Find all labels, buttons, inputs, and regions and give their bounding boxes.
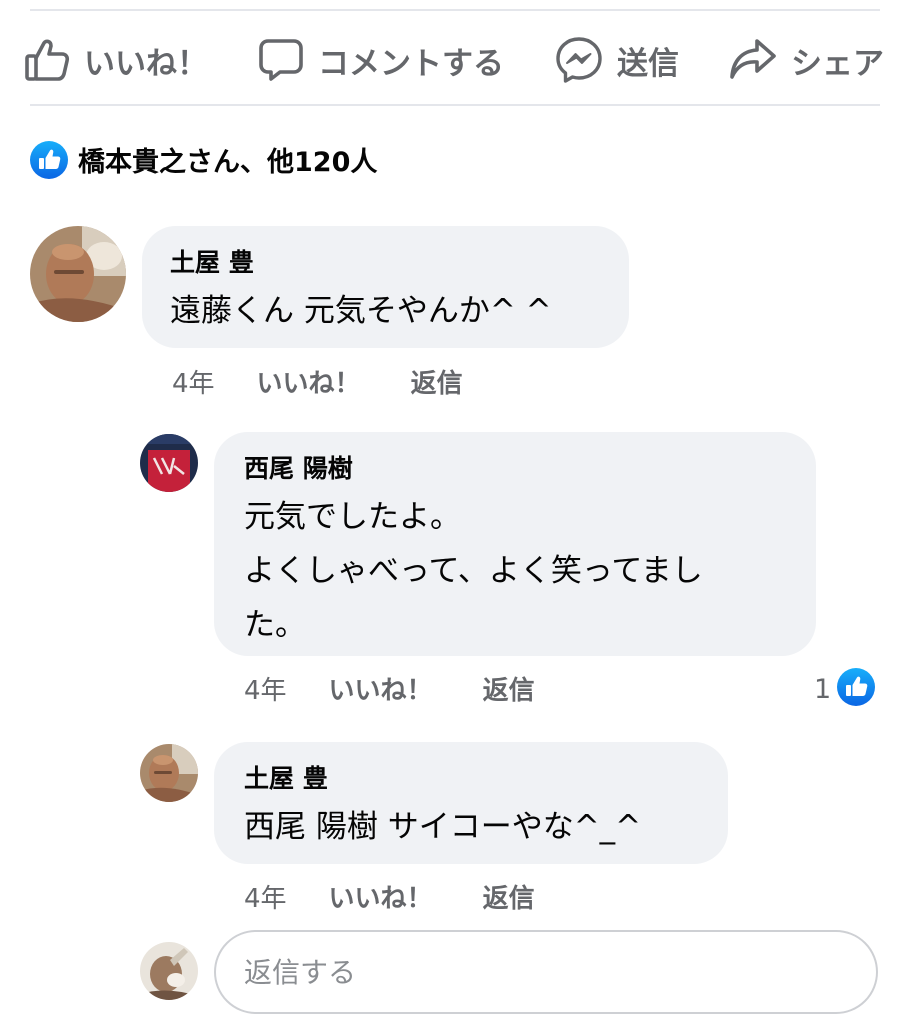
comment-like-count[interactable]: 1 (814, 668, 876, 710)
comment-text: 遠藤くん 元気そやんか^ ^ (170, 284, 601, 338)
share-label: シェア (791, 45, 884, 82)
comment-time[interactable]: 4年 (244, 878, 287, 915)
avatar[interactable] (140, 434, 198, 492)
reactions-summary[interactable]: 橋本貴之さん、他120人 (30, 140, 377, 179)
comment-line: 元気でしたよ。 (244, 499, 461, 535)
comment-line: 遠藤くん 元気そやんか^ ^ (170, 293, 552, 329)
comment-text: 西尾 陽樹 サイコーやな^_^ (244, 800, 698, 854)
comment-reply-link[interactable]: 返信 (483, 670, 535, 707)
comment-author[interactable]: 土屋 豊 (170, 246, 601, 280)
reply-input[interactable] (214, 930, 878, 1014)
reactions-text: 橋本貴之さん、他120人 (78, 147, 378, 178)
comment-line: よくしゃべって、よく笑ってまし (244, 553, 703, 589)
comment-like-link[interactable]: いいね！ (257, 363, 361, 400)
comment-time[interactable]: 4年 (172, 363, 215, 400)
comment-text: 元気でしたよ。 よくしゃべって、よく笑ってまし た。 (244, 490, 786, 652)
share-button[interactable]: シェア (729, 22, 884, 98)
comment-reply-link[interactable]: 返信 (483, 878, 535, 915)
like-button[interactable]: いいね！ (24, 22, 208, 98)
comment-like-link[interactable]: いいね！ (329, 878, 433, 915)
comment-bubble: 土屋 豊 遠藤くん 元気そやんか^ ^ (142, 226, 629, 348)
comment-time[interactable]: 4年 (244, 670, 287, 707)
comment-meta: 4年 いいね！ 返信 (172, 361, 463, 401)
like-label: いいね！ (84, 45, 208, 82)
comment-bubble: 土屋 豊 西尾 陽樹 サイコーやな^_^ (214, 742, 728, 864)
comment-author[interactable]: 西尾 陽樹 (244, 452, 786, 486)
avatar[interactable] (30, 226, 126, 322)
comment-reply-link[interactable]: 返信 (411, 363, 463, 400)
comment-meta: 4年 いいね！ 返信 (244, 876, 535, 916)
comment-label: コメントする (318, 45, 504, 82)
comment-like-link[interactable]: いいね！ (329, 670, 433, 707)
comment-meta: 4年 いいね！ 返信 (244, 668, 535, 708)
comment-bubble: 西尾 陽樹 元気でしたよ。 よくしゃべって、よく笑ってまし た。 (214, 432, 816, 656)
current-user-avatar (140, 942, 198, 1000)
like-reaction-icon (30, 140, 68, 179)
avatar[interactable] (140, 744, 198, 802)
comment-author[interactable]: 土屋 豊 (244, 762, 698, 796)
action-bar-divider (30, 104, 880, 106)
send-label: 送信 (617, 45, 679, 82)
like-reaction-icon (837, 668, 876, 710)
like-count-number: 1 (814, 673, 832, 705)
comment-line: 西尾 陽樹 サイコーやな^_^ (244, 809, 642, 845)
comment-bubble-icon (258, 37, 304, 83)
share-arrow-icon (729, 37, 777, 83)
thumbs-up-icon (24, 37, 70, 83)
comment-button[interactable]: コメントする (258, 22, 504, 98)
send-button[interactable]: 送信 (555, 22, 679, 98)
comment-line: た。 (244, 607, 306, 643)
messenger-icon (555, 36, 603, 84)
top-divider (30, 9, 880, 11)
post-action-bar: いいね！ コメントする 送信 シェア (0, 22, 909, 98)
